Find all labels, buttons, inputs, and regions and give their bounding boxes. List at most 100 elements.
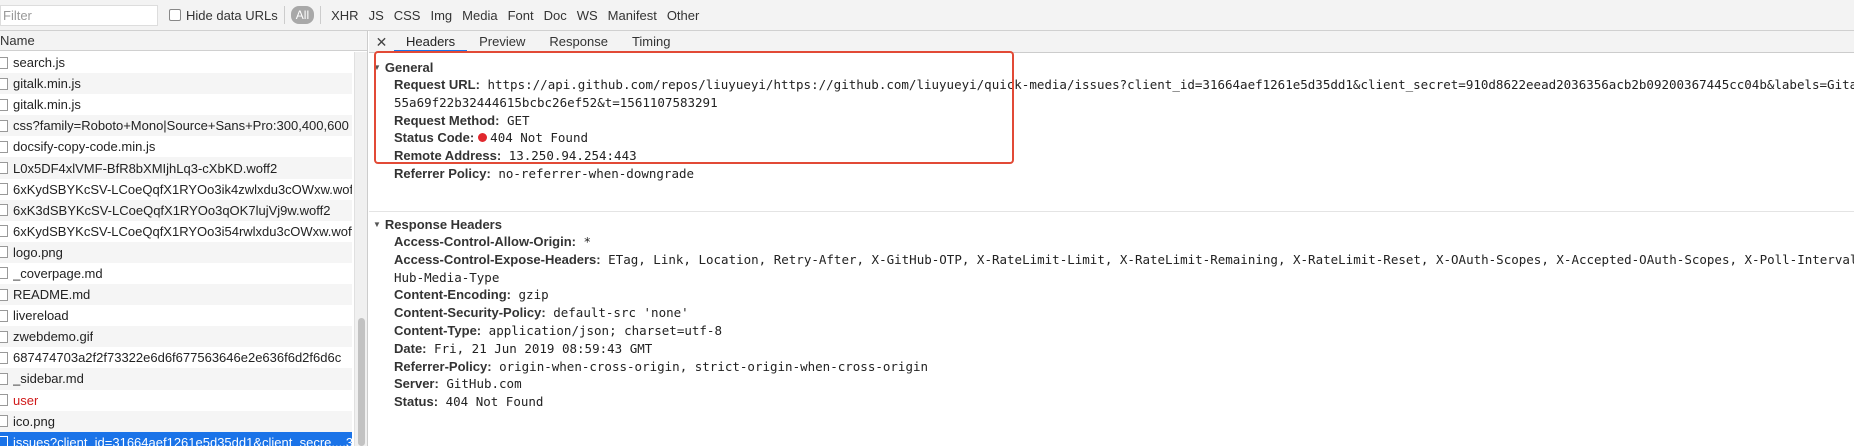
request-row[interactable]: _sidebar.md — [0, 368, 352, 390]
type-filter-img[interactable]: Img — [425, 8, 457, 23]
filter-input[interactable] — [0, 4, 158, 26]
request-name: 687474703a2f2f73322e6d6f677563646e2e636f… — [13, 350, 342, 366]
response-header-row: Hub-Media-Type — [369, 269, 1854, 287]
name-column-header[interactable]: Name — [0, 31, 367, 51]
hide-data-urls-checkbox[interactable] — [169, 9, 181, 21]
file-icon — [0, 162, 8, 175]
response-header-list: Access-Control-Allow-Origin: * Access-Con… — [369, 233, 1854, 411]
request-name: ico.png — [13, 413, 55, 429]
request-row[interactable]: 6xKydSBYKcSV-LCoeQqfX1RYOo3i54rwlxdu3cOW… — [0, 221, 352, 242]
request-row[interactable]: 6xKydSBYKcSV-LCoeQqfX1RYOo3ik4zwlxdu3cOW… — [0, 179, 352, 200]
hide-data-urls-label: Hide data URLs — [186, 7, 278, 23]
type-filter-js[interactable]: JS — [364, 8, 389, 23]
request-name: 6xKydSBYKcSV-LCoeQqfX1RYOo3i54rwlxdu3cOW… — [13, 223, 352, 239]
type-filter-all[interactable]: All — [290, 6, 315, 24]
request-row[interactable]: 687474703a2f2f73322e6d6f677563646e2e636f… — [0, 347, 352, 368]
response-header-value: gzip — [518, 287, 549, 303]
response-header-row: Content-Encoding: gzip — [369, 286, 1854, 304]
request-row[interactable]: user — [0, 390, 352, 411]
type-filter-xhr[interactable]: XHR — [326, 8, 363, 23]
file-icon — [0, 351, 8, 364]
response-header-row: Server: GitHub.com — [369, 375, 1854, 393]
scrollbar-thumb[interactable] — [358, 318, 365, 446]
request-row[interactable]: livereload — [0, 305, 352, 326]
request-row[interactable]: docsify-copy-code.min.js — [0, 136, 352, 157]
type-filter-manifest[interactable]: Manifest — [603, 8, 662, 23]
response-header-key: Content-Security-Policy: — [394, 305, 546, 321]
request-name: user — [13, 392, 39, 408]
request-row[interactable]: ico.png — [0, 410, 352, 432]
request-row[interactable]: issues?client_id=31664aef1261e5d35dd1&cl… — [0, 431, 352, 446]
tab-response[interactable]: Response — [537, 31, 620, 52]
request-name: gitalk.min.js — [13, 97, 81, 113]
request-row[interactable]: _coverpage.md — [0, 263, 352, 284]
response-header-value: ETag, Link, Location, Retry-After, X-Git… — [608, 251, 1854, 267]
response-header-row: Referrer-Policy: origin-when-cross-origi… — [369, 358, 1854, 376]
tab-headers[interactable]: Headers — [394, 31, 468, 52]
file-icon — [0, 140, 8, 153]
request-name: 6xKydSBYKcSV-LCoeQqfX1RYOo3ik4zwlxdu3cOW… — [13, 181, 352, 197]
file-icon — [0, 183, 8, 196]
request-name: _sidebar.md — [13, 371, 84, 387]
response-headers-section-header[interactable]: ▼ Response Headers — [369, 215, 1854, 233]
response-header-row: Content-Security-Policy: default-src 'no… — [369, 304, 1854, 322]
request-row[interactable]: README.md — [0, 284, 352, 306]
response-header-key: Date: — [394, 340, 427, 356]
type-filter-other[interactable]: Other — [662, 8, 705, 23]
response-header-key: Content-Encoding: — [394, 287, 511, 303]
response-header-value: 404 Not Found — [445, 394, 544, 410]
request-row[interactable]: zwebdemo.gif — [0, 326, 352, 348]
request-name: css?family=Roboto+Mono|Source+Sans+Pro:3… — [13, 118, 349, 134]
request-row[interactable]: search.js — [0, 52, 352, 73]
expand-triangle-icon: ▼ — [373, 219, 381, 229]
response-header-value: Fri, 21 Jun 2019 08:59:43 GMT — [434, 340, 653, 356]
response-header-value: GitHub.com — [446, 376, 522, 392]
response-header-value: Hub-Media-Type — [394, 269, 500, 285]
response-header-row: Status: 404 Not Found — [369, 393, 1854, 411]
hide-data-urls-toggle[interactable]: Hide data URLs — [169, 8, 278, 23]
request-list-scrollbar[interactable] — [354, 52, 367, 446]
file-icon — [0, 436, 8, 446]
referrer-policy-value: no-referrer-when-downgrade — [498, 165, 695, 181]
response-header-value: * — [583, 234, 592, 249]
request-name: search.js — [13, 55, 66, 71]
file-icon — [0, 394, 8, 407]
request-row[interactable]: gitalk.min.js — [0, 94, 352, 115]
close-icon[interactable]: ✕ — [369, 31, 394, 52]
type-filter-css[interactable]: CSS — [389, 8, 426, 23]
response-header-row: Access-Control-Expose-Headers: ETag, Lin… — [369, 251, 1854, 269]
request-row[interactable]: css?family=Roboto+Mono|Source+Sans+Pro:3… — [0, 115, 352, 137]
type-filter-ws[interactable]: WS — [572, 8, 603, 23]
file-icon — [0, 77, 8, 90]
tab-preview[interactable]: Preview — [467, 31, 537, 52]
file-icon — [0, 204, 8, 217]
tab-timing[interactable]: Timing — [620, 31, 683, 52]
section-divider — [369, 211, 1854, 212]
file-icon — [0, 267, 8, 280]
file-icon — [0, 225, 8, 238]
request-row[interactable]: logo.png — [0, 241, 352, 263]
request-row[interactable]: L0x5DF4xlVMF-BfR8bXMIjhLq3-cXbKD.woff2 — [0, 157, 352, 179]
request-list-panel: Name search.js gitalk.min.js gitalk.min.js… — [0, 31, 368, 446]
file-icon — [0, 288, 8, 301]
file-icon — [0, 56, 8, 69]
request-row[interactable]: gitalk.min.js — [0, 73, 352, 95]
request-row[interactable]: 6xK3dSBYKcSV-LCoeQqfX1RYOo3qOK7lujVj9w.w… — [0, 199, 352, 221]
type-filter-media[interactable]: Media — [457, 8, 502, 23]
request-name: docsify-copy-code.min.js — [13, 139, 156, 155]
file-icon — [0, 330, 8, 343]
response-header-key: Status: — [394, 394, 439, 410]
response-header-value: origin-when-cross-origin, strict-origin-… — [499, 358, 929, 374]
response-header-row: Date: Fri, 21 Jun 2019 08:59:43 GMT — [369, 340, 1854, 358]
type-filter-font[interactable]: Font — [503, 8, 539, 23]
response-header-row: Content-Type: application/json; charset=… — [369, 322, 1854, 340]
referrer-policy-row: Referrer Policy: no-referrer-when-downgr… — [369, 165, 1854, 183]
request-name: livereload — [13, 308, 69, 324]
request-name: 6xK3dSBYKcSV-LCoeQqfX1RYOo3qOK7lujVj9w.w… — [13, 202, 331, 218]
annotation-highlight-box — [374, 51, 1014, 164]
type-filter-doc[interactable]: Doc — [539, 8, 572, 23]
file-icon — [0, 246, 8, 259]
request-name: gitalk.min.js — [13, 76, 81, 92]
request-name: L0x5DF4xlVMF-BfR8bXMIjhLq3-cXbKD.woff2 — [13, 160, 278, 176]
detail-tabs: ✕ Headers Preview Response Timing — [369, 31, 1854, 53]
